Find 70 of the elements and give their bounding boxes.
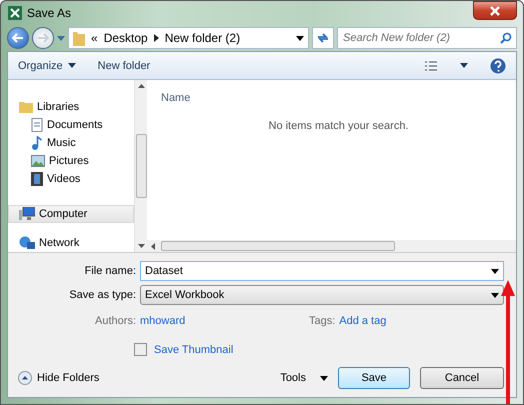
refresh-button[interactable]	[312, 27, 334, 49]
arrow-left-icon[interactable]	[12, 33, 24, 43]
folder-icon	[19, 100, 33, 114]
caret-icon[interactable]	[491, 292, 499, 298]
tools-menu-button[interactable]: Tools	[280, 372, 328, 384]
column-header[interactable]: Name	[161, 92, 190, 108]
film-icon	[31, 172, 43, 186]
close-button[interactable]	[473, 1, 517, 20]
sidebar-item[interactable]: Pictures	[8, 152, 134, 170]
sidebar-label: Network	[39, 236, 80, 249]
organize-menu-button[interactable]: Organize	[18, 60, 76, 72]
picture-icon	[31, 154, 45, 167]
sidebar-label: Videos	[47, 172, 80, 185]
sidebar-label: Pictures	[49, 154, 89, 167]
help-icon[interactable]	[490, 58, 506, 74]
field-label: File name:	[84, 265, 136, 277]
swap-arrows-icon[interactable]	[316, 32, 330, 44]
breadcrumb[interactable]: Desktop	[104, 31, 148, 45]
sidebar-item[interactable]: Videos	[8, 170, 134, 188]
breadcrumb[interactable]: New folder (2)	[164, 31, 240, 45]
triangle-icon[interactable]	[154, 34, 159, 42]
field-label: Save as type:	[68, 289, 136, 301]
caret-icon[interactable]	[460, 63, 468, 68]
scroll-left-icon[interactable]	[151, 242, 155, 250]
close-icon[interactable]	[490, 6, 500, 16]
sidebar-item[interactable]: Libraries	[8, 98, 134, 116]
back-button[interactable]	[7, 27, 29, 49]
vertical-scrollbar[interactable]	[134, 80, 147, 252]
sidebar-item[interactable]: Network	[8, 234, 134, 252]
tags-label: Tags:	[308, 315, 336, 327]
file-name-field[interactable]: Dataset	[140, 261, 504, 281]
computer-icon	[19, 206, 35, 221]
collapse-icon[interactable]	[18, 371, 32, 385]
caret-icon[interactable]	[68, 63, 76, 68]
empty-message: No items match your search.	[268, 120, 408, 132]
authors-link[interactable]: mhoward	[140, 315, 186, 327]
scroll-down-icon[interactable]	[138, 244, 144, 248]
search-field[interactable]: Search New folder (2)	[337, 27, 517, 49]
scroll-up-icon[interactable]	[138, 84, 144, 88]
sidebar-label: Music	[47, 136, 76, 149]
overflow-chevron[interactable]: «	[91, 31, 98, 45]
view-list-icon[interactable]	[424, 60, 438, 72]
music-note-icon	[31, 136, 43, 150]
caret-icon[interactable]	[296, 36, 304, 40]
folder-icon	[73, 30, 85, 46]
cancel-button[interactable]: Cancel	[420, 367, 504, 389]
hide-folders-button[interactable]: Hide Folders	[18, 371, 100, 385]
network-icon	[19, 236, 35, 250]
caret-icon[interactable]	[491, 269, 499, 274]
file-type-dropdown[interactable]: Excel Workbook	[140, 285, 504, 305]
sidebar-item[interactable]: Computer	[8, 204, 134, 223]
search-icon[interactable]	[500, 32, 512, 44]
checkbox[interactable]	[134, 343, 147, 356]
new-folder-button[interactable]: New folder	[98, 60, 150, 72]
save-thumbnail-label[interactable]: Save Thumbnail	[154, 344, 234, 356]
authors-label: Authors:	[94, 315, 136, 327]
sidebar-label: Libraries	[37, 100, 80, 113]
forward-button[interactable]	[32, 27, 54, 49]
sidebar-label: Documents	[47, 118, 103, 131]
sidebar-label: Computer	[39, 208, 88, 220]
sidebar-item[interactable]: Documents	[8, 116, 134, 134]
add-tag-link[interactable]: Add a tag	[339, 315, 386, 327]
sidebar-item[interactable]: Music	[8, 134, 134, 152]
caret-icon[interactable]	[320, 376, 328, 380]
document-icon	[31, 118, 43, 132]
spreadsheet-icon	[7, 5, 23, 21]
window-title: Save As	[27, 6, 72, 20]
horizontal-scrollbar[interactable]	[147, 240, 516, 252]
address-bar[interactable]: « Desktop New folder (2)	[68, 27, 309, 49]
save-button[interactable]: Save	[338, 367, 410, 389]
